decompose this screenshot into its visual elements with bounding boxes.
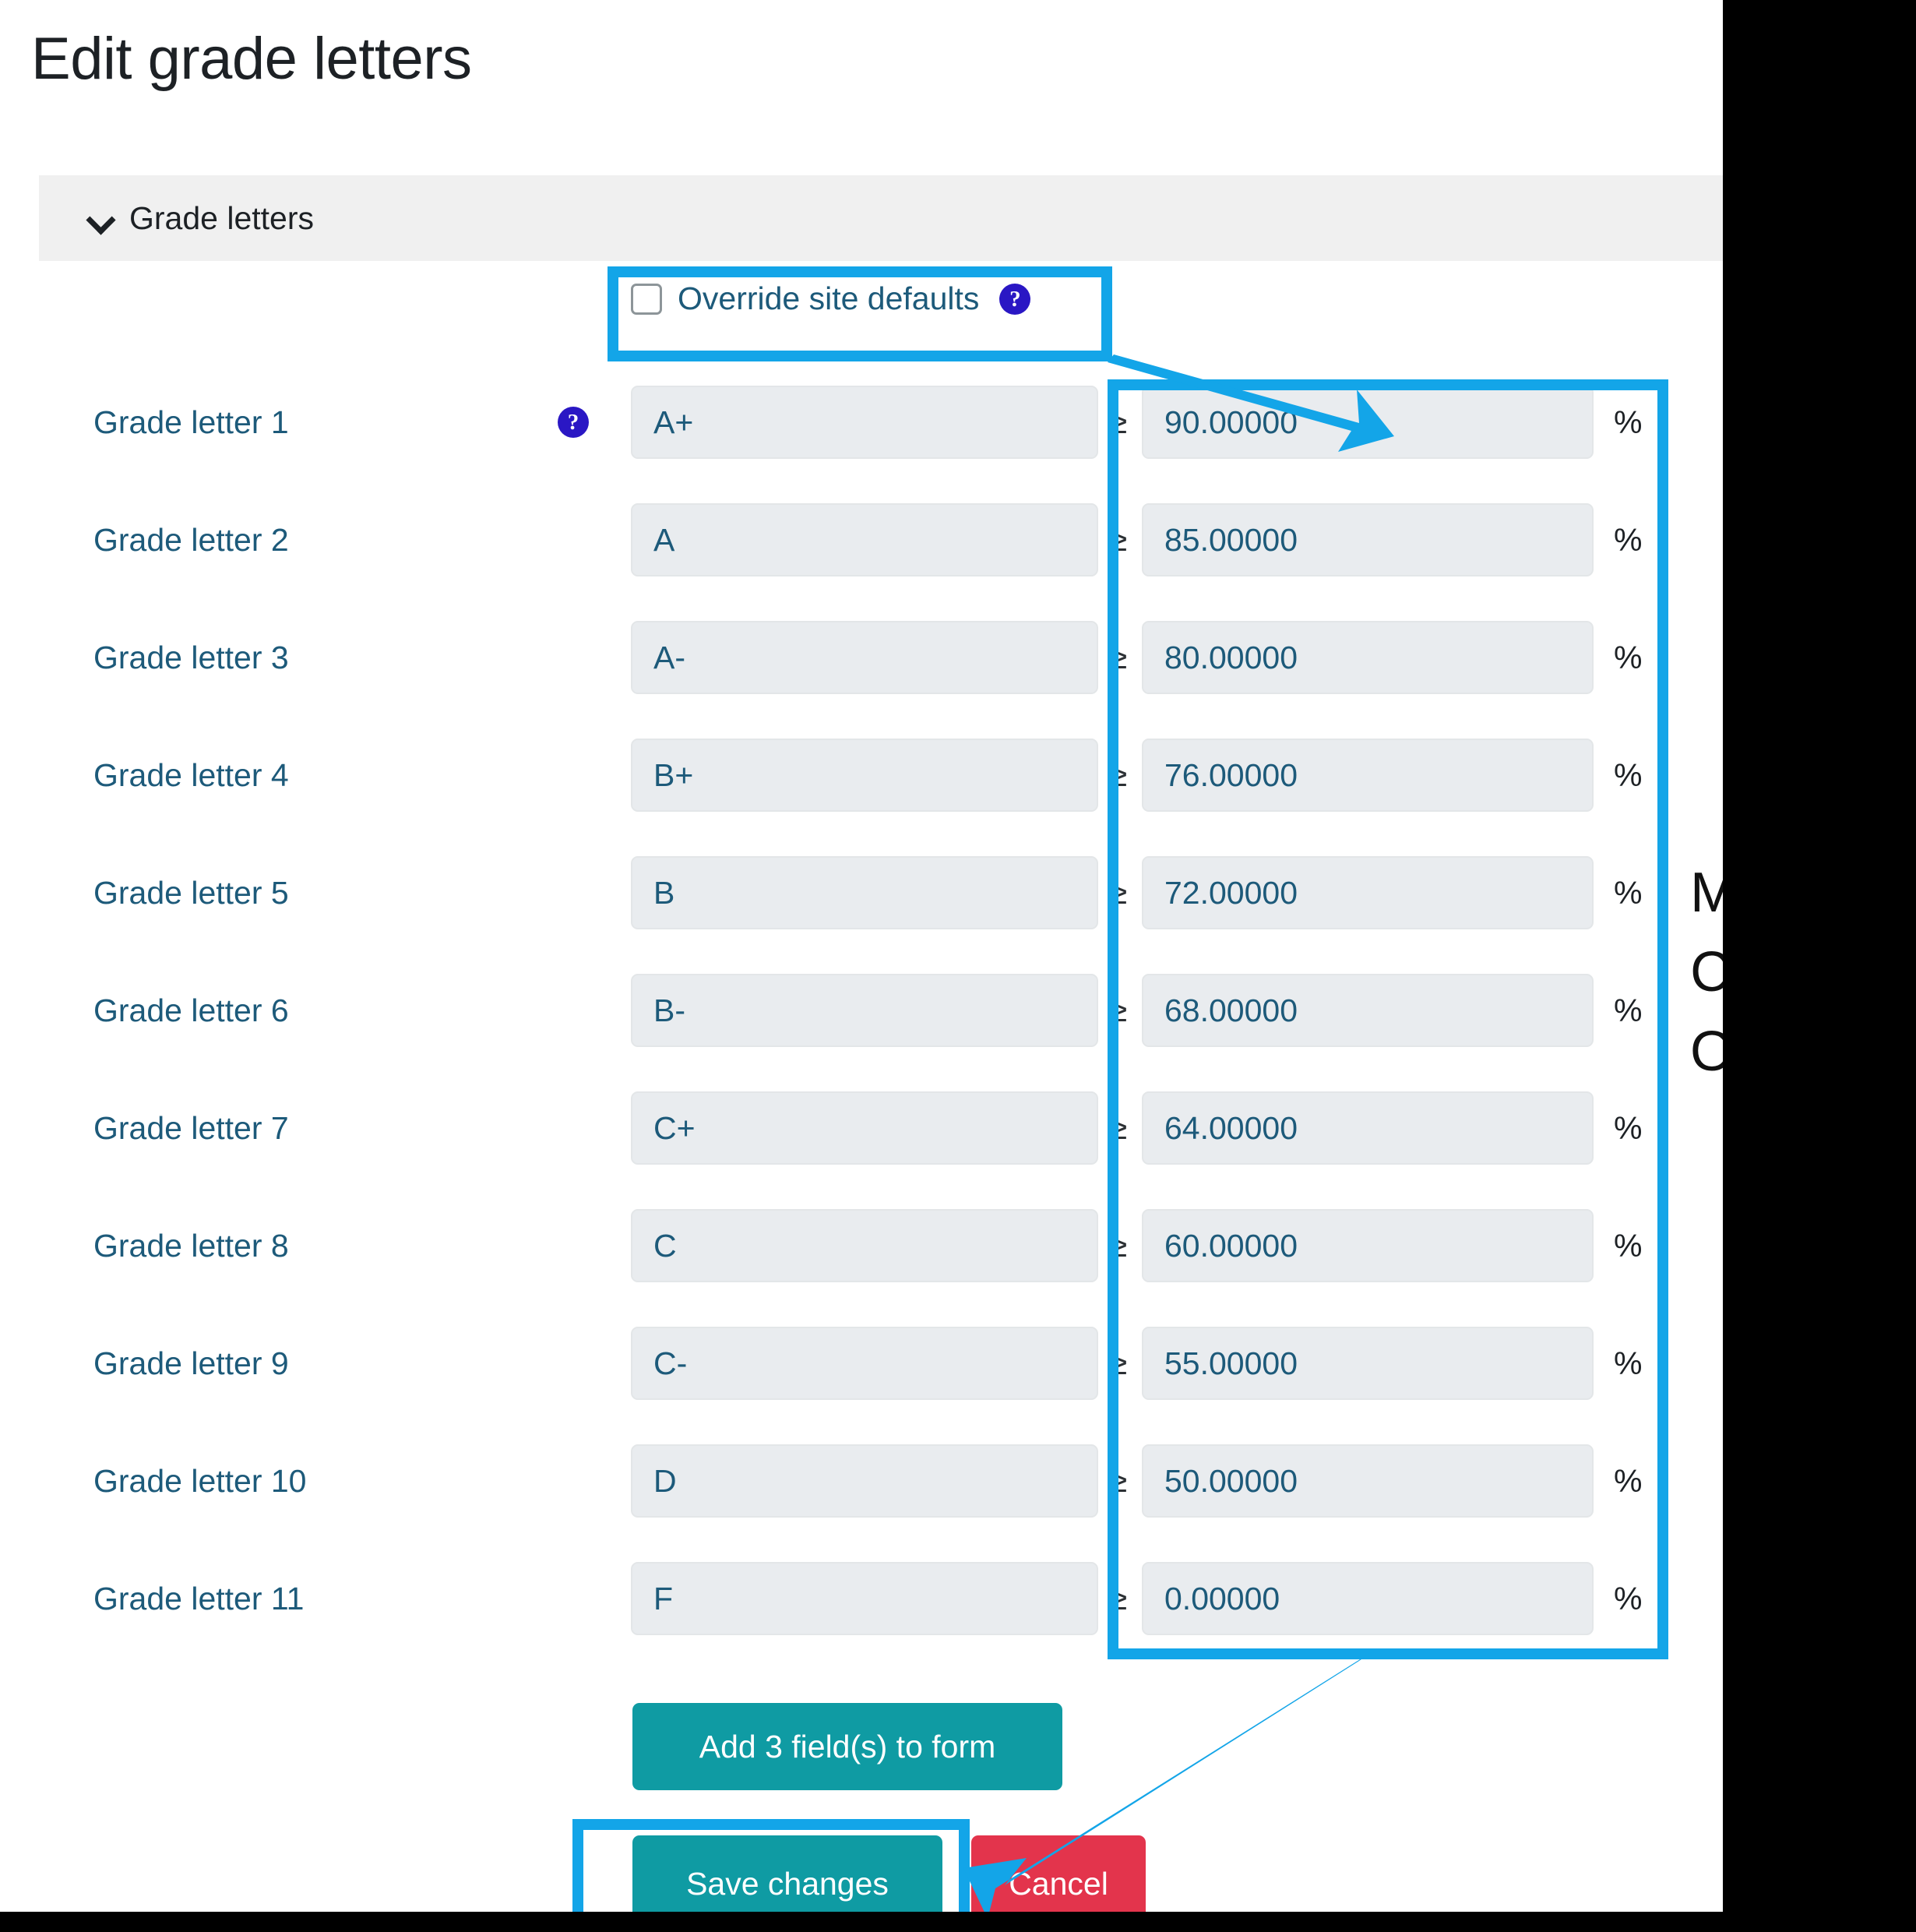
percent-symbol: %	[1614, 1110, 1643, 1146]
grade-letter-rows: Grade letter 1?≥%Grade letter 2≥%Grade l…	[0, 386, 1723, 1680]
grade-letter-label: Grade letter 10	[93, 1462, 307, 1499]
grade-letter-row: Grade letter 7 ≥%	[0, 1091, 1723, 1165]
grade-letter-label: Grade letter 11	[93, 1580, 305, 1616]
grade-letter-row: Grade letter 4 ≥%	[0, 739, 1723, 812]
grade-boundary-input[interactable]	[1142, 974, 1594, 1047]
grade-boundary-input[interactable]	[1142, 1444, 1594, 1518]
grade-boundary-input[interactable]	[1142, 1327, 1594, 1400]
grade-letter-row: Grade letter 9 ≥%	[0, 1327, 1723, 1400]
grade-letter-row: Grade letter 10 ≥%	[0, 1444, 1723, 1518]
occluding-black-panel	[1723, 0, 1916, 1912]
grade-boundary-input[interactable]	[1142, 739, 1594, 812]
grade-boundary-input[interactable]	[1142, 856, 1594, 929]
grade-letter-row: Grade letter 2 ≥%	[0, 503, 1723, 576]
greater-equal-symbol: ≥	[1109, 756, 1128, 793]
grade-letter-input[interactable]	[631, 1327, 1098, 1400]
grade-boundary-input[interactable]	[1142, 1209, 1594, 1282]
percent-symbol: %	[1614, 992, 1643, 1028]
grade-letter-input[interactable]	[631, 1209, 1098, 1282]
grade-letter-input[interactable]	[631, 856, 1098, 929]
grade-letter-label: Grade letter 7	[93, 1109, 289, 1146]
grade-letter-label: Grade letter 4	[93, 756, 289, 793]
occluding-black-strip	[0, 1912, 1916, 1932]
grade-boundary-input[interactable]	[1142, 503, 1594, 576]
grade-letter-label: Grade letter 6	[93, 992, 289, 1028]
grade-letters-section-header[interactable]: Grade letters	[39, 175, 1723, 261]
greater-equal-symbol: ≥	[1109, 1462, 1128, 1499]
grade-letter-row: Grade letter 1? ≥%	[0, 386, 1723, 459]
grade-boundary-input[interactable]	[1142, 1091, 1594, 1165]
page-title: Edit grade letters	[31, 26, 472, 92]
help-circle-icon[interactable]: ?	[558, 407, 589, 438]
override-site-defaults-label: Override site defaults	[678, 280, 980, 316]
percent-symbol: %	[1614, 1463, 1643, 1499]
grade-boundary-input[interactable]	[1142, 386, 1594, 459]
grade-letter-input[interactable]	[631, 1562, 1098, 1635]
greater-equal-symbol: ≥	[1109, 404, 1128, 440]
grade-letter-label: Grade letter 2	[93, 521, 289, 558]
add-fields-button[interactable]: Add 3 field(s) to form	[632, 1703, 1062, 1790]
percent-symbol: %	[1614, 1581, 1643, 1616]
percent-symbol: %	[1614, 757, 1643, 793]
grade-letter-label: Grade letter 1	[93, 404, 289, 440]
percent-symbol: %	[1614, 875, 1643, 911]
grade-letter-row: Grade letter 3 ≥%	[0, 621, 1723, 694]
grade-letter-input[interactable]	[631, 621, 1098, 694]
grade-letter-input[interactable]	[631, 1091, 1098, 1165]
percent-symbol: %	[1614, 1345, 1643, 1381]
grade-letter-input[interactable]	[631, 1444, 1098, 1518]
screenshot-root: Edit grade letters Grade letters Overrid…	[0, 0, 1916, 1932]
grade-letter-input[interactable]	[631, 974, 1098, 1047]
grade-letter-input[interactable]	[631, 386, 1098, 459]
percent-symbol: %	[1614, 640, 1643, 675]
grade-letter-label: Grade letter 9	[93, 1345, 289, 1381]
grade-letter-input[interactable]	[631, 739, 1098, 812]
percent-symbol: %	[1614, 404, 1643, 440]
greater-equal-symbol: ≥	[1109, 1580, 1128, 1616]
help-circle-icon[interactable]: ?	[999, 283, 1031, 315]
percent-symbol: %	[1614, 1228, 1643, 1264]
grade-letter-row: Grade letter 11 ≥%	[0, 1562, 1723, 1635]
grade-letter-row: Grade letter 6 ≥%	[0, 974, 1723, 1047]
greater-equal-symbol: ≥	[1109, 874, 1128, 911]
greater-equal-symbol: ≥	[1109, 1345, 1128, 1381]
chevron-down-icon[interactable]	[87, 205, 114, 231]
percent-symbol: %	[1614, 522, 1643, 558]
greater-equal-symbol: ≥	[1109, 1227, 1128, 1264]
grade-letter-row: Grade letter 5 ≥%	[0, 856, 1723, 929]
grade-boundary-input[interactable]	[1142, 1562, 1594, 1635]
greater-equal-symbol: ≥	[1109, 639, 1128, 675]
override-site-defaults-checkbox[interactable]	[631, 283, 662, 315]
grade-letter-row: Grade letter 8 ≥%	[0, 1209, 1723, 1282]
greater-equal-symbol: ≥	[1109, 521, 1128, 558]
greater-equal-symbol: ≥	[1109, 992, 1128, 1028]
grade-letter-label: Grade letter 5	[93, 874, 289, 911]
section-header-label: Grade letters	[129, 199, 314, 236]
grade-boundary-input[interactable]	[1142, 621, 1594, 694]
grade-letter-label: Grade letter 3	[93, 639, 289, 675]
greater-equal-symbol: ≥	[1109, 1109, 1128, 1146]
grade-letter-label: Grade letter 8	[93, 1227, 289, 1264]
override-site-defaults-row: Override site defaults ?	[631, 280, 1031, 317]
grade-letter-input[interactable]	[631, 503, 1098, 576]
